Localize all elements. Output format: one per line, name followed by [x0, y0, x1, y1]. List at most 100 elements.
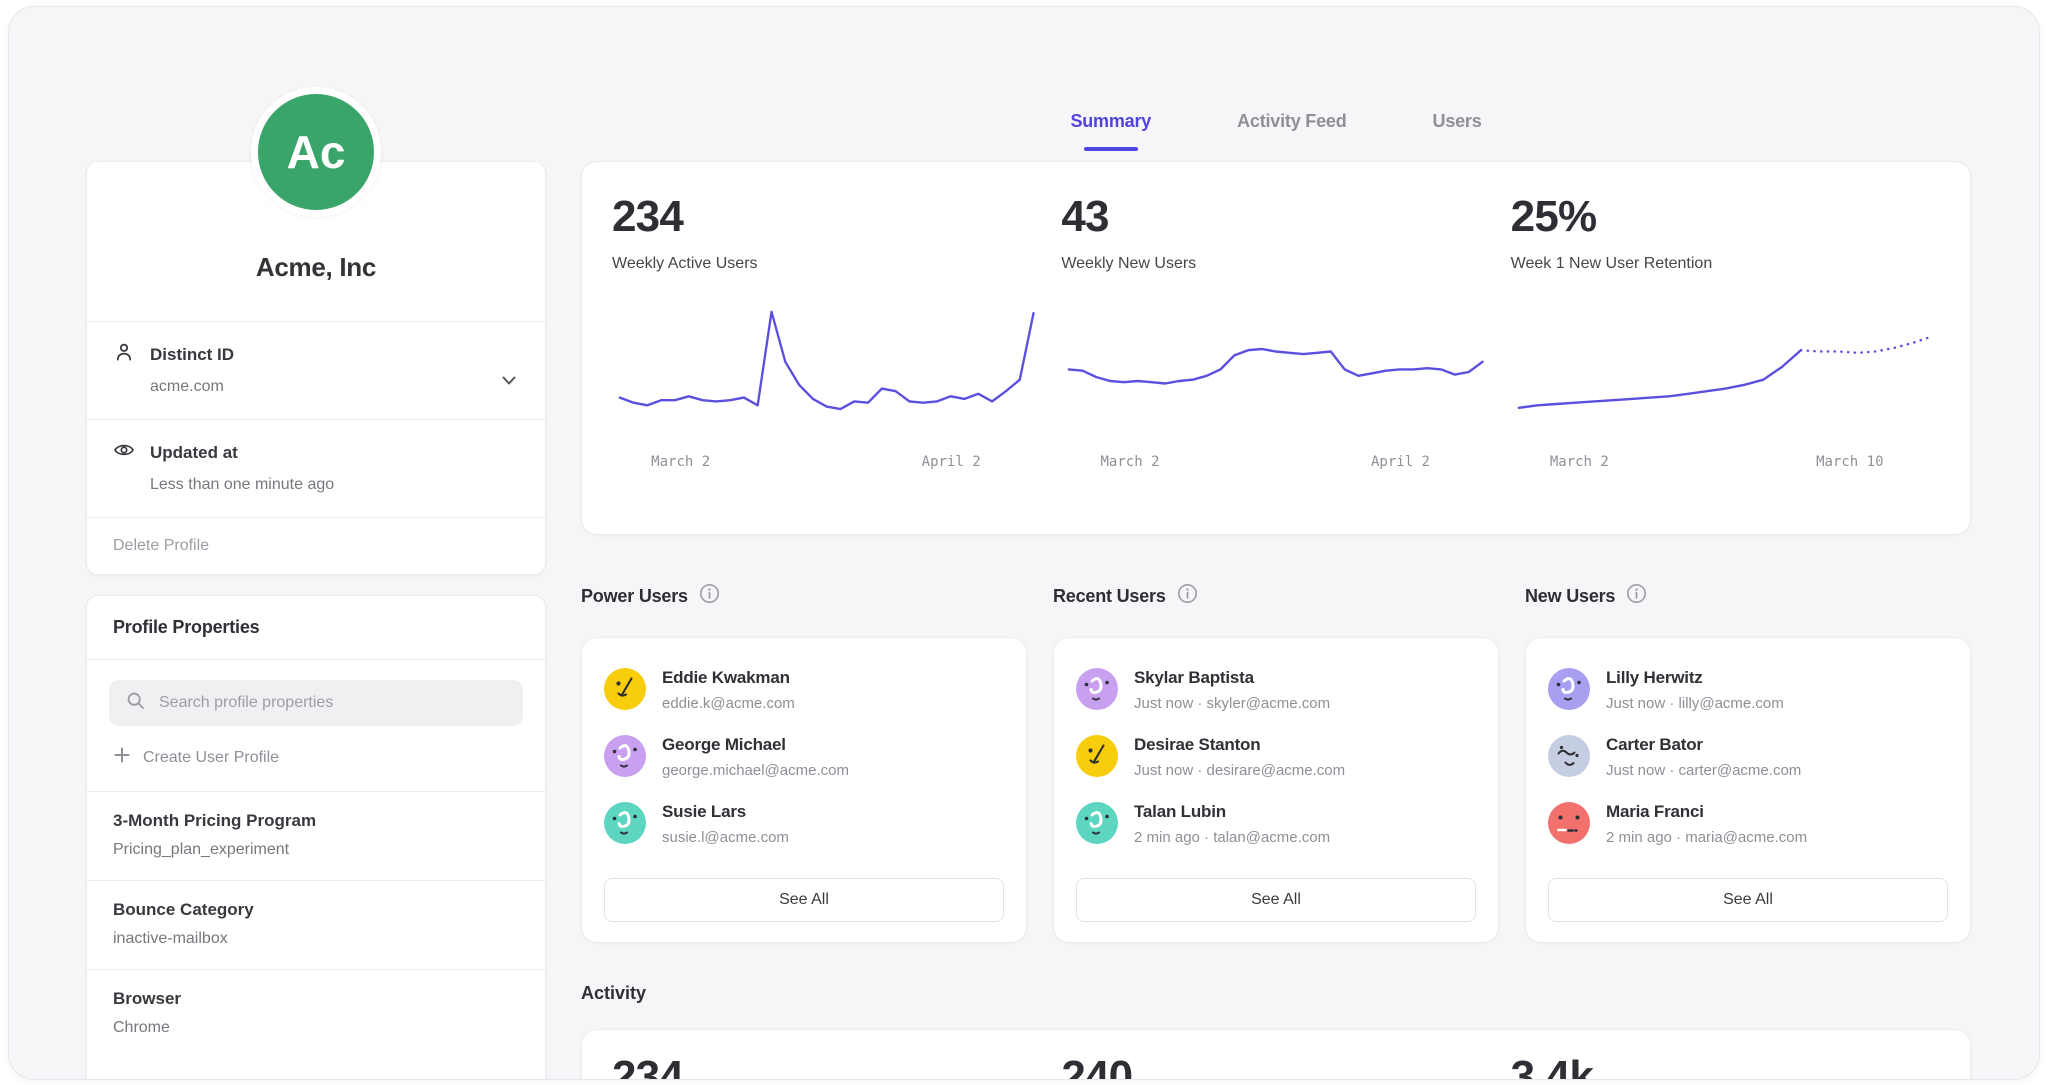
- activity-stats-card: 234 240 3.4k: [581, 1029, 1971, 1080]
- company-avatar: Ac: [251, 87, 381, 217]
- tab-summary[interactable]: Summary: [1070, 111, 1151, 136]
- sparkline-chart: [612, 297, 1041, 442]
- info-icon[interactable]: [699, 583, 720, 609]
- distinct-id-label: Distinct ID: [150, 345, 234, 365]
- activity-stat-value: 240: [1061, 1052, 1490, 1080]
- person-icon: [113, 341, 135, 368]
- tab-bar: Summary Activity Feed Users: [581, 111, 1971, 136]
- x-axis-label-end: April 2: [922, 454, 981, 470]
- x-axis-label-end: March 10: [1816, 454, 1883, 470]
- property-name: Browser: [113, 989, 519, 1009]
- sparkline-chart: [1061, 297, 1490, 442]
- stat-label: Weekly Active Users: [612, 255, 1041, 273]
- property-value: inactive-mailbox: [113, 930, 519, 948]
- user-meta: 2 min ago · maria@acme.com: [1606, 829, 1807, 846]
- list-item[interactable]: Lilly Herwitz Just now · lilly@acme.com: [1548, 668, 1948, 712]
- search-icon: [125, 690, 147, 717]
- user-meta: Just now · carter@acme.com: [1606, 762, 1801, 779]
- search-profile-properties-input[interactable]: Search profile properties: [109, 680, 523, 726]
- list-item[interactable]: George Michael george.michael@acme.com: [604, 735, 1004, 779]
- x-axis-label-start: March 2: [1101, 454, 1160, 470]
- user-name: Maria Franci: [1606, 802, 1807, 822]
- create-user-profile-label: Create User Profile: [143, 749, 279, 767]
- recent-users-section: Recent Users Skylar Baptista Just now · …: [1053, 581, 1499, 943]
- x-axis-label-start: March 2: [651, 454, 710, 470]
- see-all-button[interactable]: See All: [1076, 878, 1476, 922]
- user-avatar: [1548, 802, 1590, 844]
- divider: [87, 659, 545, 660]
- user-avatar: [604, 735, 646, 777]
- x-axis: March 2 April 2: [612, 454, 1041, 474]
- x-axis: March 2 April 2: [1061, 454, 1490, 474]
- user-name: Eddie Kwakman: [662, 668, 795, 688]
- property-value: Chrome: [113, 1019, 519, 1037]
- stat-weekly-active-users: 234 Weekly Active Users March 2 April 2: [602, 192, 1051, 514]
- recent-users-title: Recent Users: [1053, 586, 1166, 607]
- power-users-card: Eddie Kwakman eddie.k@acme.com George Mi…: [581, 637, 1027, 943]
- distinct-id-row[interactable]: Distinct ID acme.com: [87, 322, 545, 419]
- x-axis-label-end: April 2: [1371, 454, 1430, 470]
- stat-value: 25%: [1511, 192, 1940, 242]
- plus-icon: [113, 746, 131, 769]
- new-users-title: New Users: [1525, 586, 1615, 607]
- stat-label: Weekly New Users: [1061, 255, 1490, 273]
- activity-stat-value: 234: [612, 1052, 1041, 1080]
- list-item[interactable]: Eddie Kwakman eddie.k@acme.com: [604, 668, 1004, 712]
- property-row[interactable]: Bounce Category inactive-mailbox: [87, 881, 545, 969]
- user-email: george.michael@acme.com: [662, 762, 849, 779]
- stat-weekly-new-users: 43 Weekly New Users March 2 April 2: [1051, 192, 1500, 514]
- list-item[interactable]: Maria Franci 2 min ago · maria@acme.com: [1548, 802, 1948, 846]
- new-users-section: New Users Lilly Herwitz Just now · lilly…: [1525, 581, 1971, 943]
- eye-icon: [113, 439, 135, 466]
- list-item[interactable]: Talan Lubin 2 min ago · talan@acme.com: [1076, 802, 1476, 846]
- user-lists-row: Power Users Eddie Kwakman eddie.k@acme.c…: [581, 581, 1971, 943]
- x-axis: March 2 March 10: [1511, 454, 1940, 474]
- info-icon[interactable]: [1177, 583, 1198, 609]
- activity-section-title: Activity: [581, 983, 646, 1004]
- info-icon[interactable]: [1626, 583, 1647, 609]
- x-axis-label-start: March 2: [1550, 454, 1609, 470]
- tab-users[interactable]: Users: [1433, 111, 1482, 136]
- user-name: Susie Lars: [662, 802, 789, 822]
- updated-at-row: Updated at Less than one minute ago: [87, 420, 545, 517]
- user-avatar: [1076, 802, 1118, 844]
- summary-stats-card: 234 Weekly Active Users March 2 April 2 …: [581, 161, 1971, 535]
- user-avatar: [1548, 735, 1590, 777]
- profile-properties-card: Profile Properties Search profile proper…: [86, 595, 546, 1080]
- see-all-button[interactable]: See All: [1548, 878, 1948, 922]
- user-avatar: [1076, 668, 1118, 710]
- stat-label: Week 1 New User Retention: [1511, 255, 1940, 273]
- user-name: Carter Bator: [1606, 735, 1801, 755]
- property-name: Bounce Category: [113, 900, 519, 920]
- see-all-button[interactable]: See All: [604, 878, 1004, 922]
- chevron-down-icon[interactable]: [499, 374, 519, 393]
- updated-at-label: Updated at: [150, 443, 238, 463]
- new-users-card: Lilly Herwitz Just now · lilly@acme.com …: [1525, 637, 1971, 943]
- updated-at-value: Less than one minute ago: [150, 476, 521, 494]
- list-item[interactable]: Desirae Stanton Just now · desirare@acme…: [1076, 735, 1476, 779]
- user-name: Skylar Baptista: [1134, 668, 1330, 688]
- user-meta: Just now · desirare@acme.com: [1134, 762, 1345, 779]
- profile-sidebar: Ac Acme, Inc Distinct ID acme.com: [86, 7, 546, 1079]
- user-email: eddie.k@acme.com: [662, 695, 795, 712]
- delete-profile-button[interactable]: Delete Profile: [87, 518, 545, 574]
- list-item[interactable]: Carter Bator Just now · carter@acme.com: [1548, 735, 1948, 779]
- power-users-section: Power Users Eddie Kwakman eddie.k@acme.c…: [581, 581, 1027, 943]
- user-avatar: [1076, 735, 1118, 777]
- user-name: Talan Lubin: [1134, 802, 1330, 822]
- power-users-title: Power Users: [581, 586, 688, 607]
- stat-week1-retention: 25% Week 1 New User Retention March 2 Ma…: [1501, 192, 1950, 514]
- property-row[interactable]: Browser Chrome: [87, 970, 545, 1058]
- app-window: Ac Acme, Inc Distinct ID acme.com: [8, 6, 2040, 1080]
- distinct-id-value: acme.com: [150, 378, 521, 396]
- list-item[interactable]: Susie Lars susie.l@acme.com: [604, 802, 1004, 846]
- list-item[interactable]: Skylar Baptista Just now · skyler@acme.c…: [1076, 668, 1476, 712]
- create-user-profile-button[interactable]: Create User Profile: [113, 746, 519, 769]
- profile-properties-title: Profile Properties: [87, 596, 545, 659]
- tab-activity-feed[interactable]: Activity Feed: [1237, 111, 1346, 136]
- stat-value: 234: [612, 192, 1041, 242]
- user-meta: Just now · skyler@acme.com: [1134, 695, 1330, 712]
- activity-stat-value: 3.4k: [1511, 1052, 1940, 1080]
- company-avatar-initials: Ac: [287, 125, 346, 179]
- property-row[interactable]: 3-Month Pricing Program Pricing_plan_exp…: [87, 792, 545, 880]
